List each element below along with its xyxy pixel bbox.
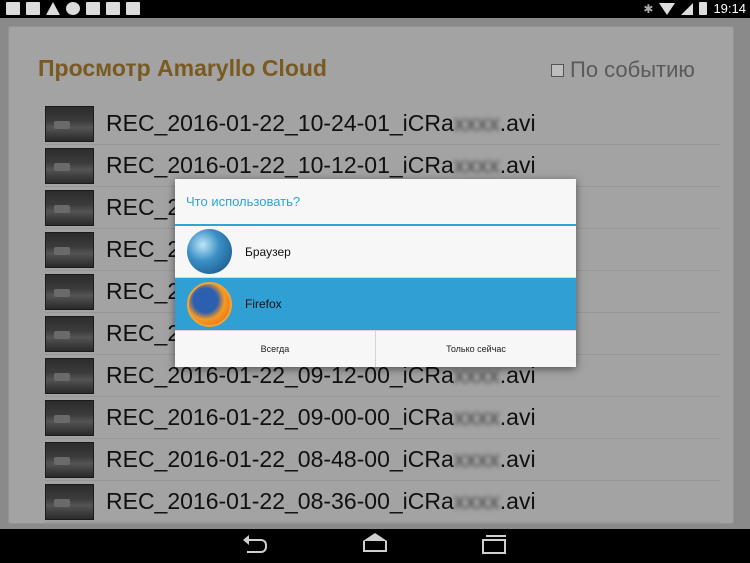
file-name-extension: .avi <box>499 404 536 430</box>
file-name: REC_2 <box>106 194 180 221</box>
gmail-icon <box>26 2 40 15</box>
video-thumbnail <box>45 315 94 352</box>
file-name: REC_2016-01-22_08-36-00_iCRaxxxx.avi <box>106 488 536 515</box>
file-name: REC_2016-01-22_10-24-01_iCRaxxxx.avi <box>106 110 536 137</box>
clock: 19:14 <box>713 1 746 16</box>
system-icons: ✱ 19:14 <box>643 1 746 16</box>
firefox-icon <box>187 281 232 327</box>
video-thumbnail <box>45 189 94 226</box>
video-thumbnail <box>45 483 94 520</box>
signal-off-icon <box>86 2 100 15</box>
file-name-extension: .avi <box>499 488 536 514</box>
file-name: REC_2 <box>106 278 180 305</box>
just-once-button[interactable]: Только сейчас <box>375 331 576 367</box>
file-name-redacted: xxxx <box>453 446 500 472</box>
file-name-extension: .avi <box>499 110 536 136</box>
file-row[interactable]: REC_2016-01-22_08-48-00_iCRaxxxx.avi <box>45 439 721 481</box>
file-name-prefix: REC_2016-01-22_10-24-01_iCRa <box>106 110 454 136</box>
back-icon <box>243 535 267 553</box>
event-checkbox[interactable] <box>551 63 564 77</box>
option-label: Firefox <box>245 297 282 311</box>
video-thumbnail <box>45 231 94 268</box>
file-name-extension: .avi <box>499 446 536 472</box>
video-thumbnail <box>45 147 94 184</box>
home-icon <box>363 532 387 552</box>
file-name-prefix: REC_2016-01-22_10-12-01_iCRa <box>106 152 454 178</box>
file-name-prefix: REC_2 <box>106 194 181 220</box>
back-button[interactable] <box>242 535 272 556</box>
app-chooser-dialog: Что использовать? Браузер Firefox Всегда… <box>175 179 576 367</box>
recents-icon <box>482 534 506 554</box>
file-name-prefix: REC_2 <box>106 320 181 346</box>
file-name-extension: .avi <box>499 152 536 178</box>
file-name: REC_2 <box>106 236 180 263</box>
video-thumbnail <box>45 357 94 394</box>
image-icon <box>6 2 20 15</box>
browser-icon <box>187 229 232 274</box>
file-name-prefix: REC_2 <box>106 236 181 262</box>
option-browser[interactable]: Браузер <box>175 226 576 278</box>
upload-icon <box>66 2 80 15</box>
file-name: REC_2016-01-22_08-48-00_iCRaxxxx.avi <box>106 446 536 473</box>
wifi-icon <box>659 2 676 15</box>
file-name-redacted: xxxx <box>453 152 500 178</box>
page-title: Просмотр Amaryllo Cloud <box>38 55 327 81</box>
event-toggle[interactable]: По событию <box>551 57 695 83</box>
home-button[interactable] <box>360 532 390 556</box>
file-name: REC_2016-01-22_09-00-00_iCRaxxxx.avi <box>106 404 536 431</box>
file-name: REC_2 <box>106 320 180 347</box>
option-firefox[interactable]: Firefox <box>175 278 576 330</box>
file-name-redacted: xxxx <box>453 404 500 430</box>
file-name-prefix: REC_2016-01-22_08-48-00_iCRa <box>106 446 454 472</box>
video-thumbnail <box>45 105 94 142</box>
file-name: REC_2016-01-22_10-12-01_iCRaxxxx.avi <box>106 152 536 179</box>
dialog-buttons: Всегда Только сейчас <box>175 330 576 367</box>
video-thumbnail <box>45 399 94 436</box>
signal-off-icon <box>106 2 120 15</box>
file-name-prefix: REC_2 <box>106 278 181 304</box>
file-row[interactable]: REC_2016-01-22_09-00-00_iCRaxxxx.avi <box>45 397 721 439</box>
file-name-prefix: REC_2016-01-22_08-36-00_iCRa <box>106 488 454 514</box>
notification-icons <box>6 2 140 15</box>
video-thumbnail <box>45 441 94 478</box>
status-bar: ✱ 19:14 <box>0 0 750 18</box>
file-row[interactable]: REC_2016-01-22_10-24-01_iCRaxxxx.avi <box>45 103 721 145</box>
battery-icon <box>699 2 708 15</box>
signal-off-icon <box>126 2 140 15</box>
bluetooth-icon: ✱ <box>643 1 654 16</box>
file-name-prefix: REC_2016-01-22_09-00-00_iCRa <box>106 404 454 430</box>
navigation-bar <box>0 529 750 563</box>
file-name-redacted: xxxx <box>453 488 500 514</box>
option-label: Браузер <box>245 244 291 259</box>
video-thumbnail <box>45 273 94 310</box>
cellular-icon <box>681 2 694 15</box>
file-name-redacted: xxxx <box>453 110 500 136</box>
file-row[interactable]: REC_2016-01-22_08-36-00_iCRaxxxx.avi <box>45 481 721 523</box>
always-button[interactable]: Всегда <box>175 331 375 367</box>
dialog-title: Что использовать? <box>175 179 576 226</box>
warning-icon <box>46 2 60 15</box>
recents-button[interactable] <box>479 534 509 556</box>
event-toggle-label: По событию <box>570 57 695 82</box>
